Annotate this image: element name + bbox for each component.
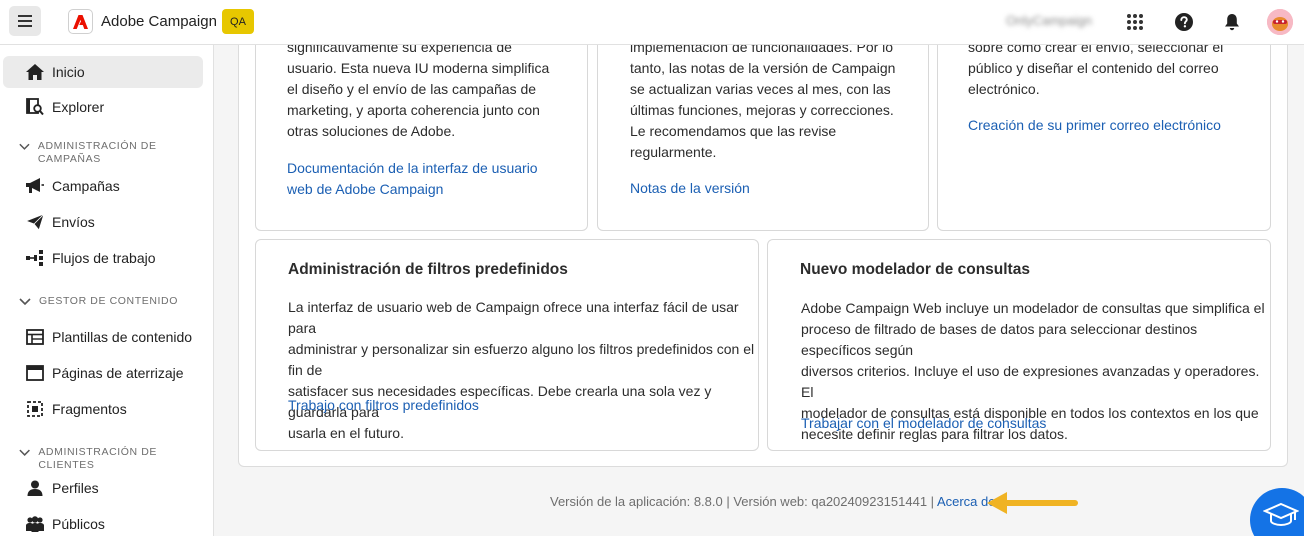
- top-bar: Adobe Campaign QA OnlyCampaign: [0, 0, 1304, 45]
- grid-icon: [1127, 14, 1143, 30]
- sidebar-item-plantillas[interactable]: Plantillas de contenido: [3, 321, 203, 353]
- graduation-cap-icon: [1263, 502, 1299, 526]
- adobe-logo[interactable]: [68, 9, 93, 34]
- sidebar-item-label: Páginas de aterrizaje: [52, 365, 184, 381]
- sidebar-item-label: Públicos: [52, 516, 105, 532]
- predefined-filters-link[interactable]: Trabajo con filtros predefinidos: [288, 395, 479, 416]
- chevron-down-icon: [19, 449, 30, 456]
- megaphone-icon: [26, 178, 44, 193]
- app-name[interactable]: Adobe Campaign: [101, 13, 217, 30]
- user-icon: [27, 480, 43, 496]
- landing-page-icon: [26, 365, 44, 381]
- sidebar-item-flujos[interactable]: Flujos de trabajo: [3, 242, 203, 274]
- sidebar-item-label: Flujos de trabajo: [52, 250, 156, 266]
- version-text: Versión de la aplicación: 8.8.0 | Versió…: [550, 494, 937, 509]
- card-release-notes: implementación de funcionalidades. Por l…: [597, 20, 929, 231]
- help-icon: [1175, 13, 1193, 31]
- card-title: Administración de filtros predefinidos: [288, 261, 568, 278]
- explorer-icon: [26, 98, 44, 116]
- sidebar-item-perfiles[interactable]: Perfiles: [3, 472, 203, 504]
- card-query-modeler: Nuevo modelador de consultas Adobe Campa…: [767, 239, 1271, 451]
- sidebar-item-label: Campañas: [52, 178, 120, 194]
- card-title: Nuevo modelador de consultas: [800, 261, 1030, 278]
- notifications-button[interactable]: [1221, 11, 1243, 33]
- sidebar-item-label: Inicio: [52, 64, 85, 80]
- query-modeler-link[interactable]: Trabajar con el modelador de consultas: [801, 413, 1046, 434]
- version-footer: Versión de la aplicación: 8.8.0 | Versió…: [550, 494, 995, 509]
- bell-icon: [1225, 14, 1239, 31]
- fragment-icon: [27, 401, 43, 417]
- card-description: sobre cómo crear el envío, seleccionar e…: [968, 39, 1224, 97]
- annotation-arrow-icon: [987, 492, 1078, 514]
- card-description: implementación de funcionalidades. Por l…: [630, 39, 896, 160]
- learning-button[interactable]: [1250, 488, 1304, 536]
- template-icon: [26, 329, 44, 345]
- sidebar-item-inicio[interactable]: Inicio: [3, 56, 203, 88]
- card-first-email: sobre cómo crear el envío, seleccionar e…: [937, 20, 1271, 231]
- ui-documentation-link[interactable]: Documentación de la interfaz de usuario …: [287, 158, 538, 200]
- section-header-campaign-management[interactable]: Administración de campañas: [18, 140, 208, 166]
- section-label: Administración de campañas: [37, 140, 157, 165]
- avatar-icon: [1267, 9, 1293, 35]
- send-icon: [26, 214, 44, 230]
- workflow-icon: [26, 250, 43, 266]
- sidebar-item-campanas[interactable]: Campañas: [3, 170, 203, 202]
- environment-badge: QA: [222, 9, 254, 34]
- first-email-link[interactable]: Creación de su primer correo electrónico: [968, 115, 1221, 136]
- menu-toggle-button[interactable]: [9, 6, 41, 36]
- home-icon: [26, 64, 44, 80]
- organization-switcher[interactable]: OnlyCampaign: [1006, 13, 1092, 28]
- sidebar-item-label: Explorer: [52, 99, 105, 115]
- card-predefined-filters: Administración de filtros predefinidos L…: [255, 239, 759, 451]
- sidebar-item-label: Envíos: [52, 214, 95, 230]
- sidebar-item-publicos[interactable]: Públicos: [3, 508, 203, 536]
- chevron-down-icon: [19, 298, 31, 306]
- sidebar-item-explorer[interactable]: Explorer: [3, 91, 203, 123]
- app-switcher-button[interactable]: [1124, 11, 1146, 33]
- sidebar-item-paginas[interactable]: Páginas de aterrizaje: [3, 357, 203, 389]
- sidebar-item-label: Fragmentos: [52, 401, 127, 417]
- chevron-down-icon: [19, 143, 30, 150]
- card-description: significativamente su experiencia de usu…: [287, 39, 550, 139]
- sidebar: Inicio Explorer Administración de campañ…: [0, 45, 214, 536]
- section-label: Administración de clientes: [38, 446, 158, 471]
- section-label: Gestor de contenido: [39, 295, 178, 307]
- user-avatar[interactable]: [1267, 9, 1293, 35]
- card-new-ui: significativamente su experiencia de usu…: [255, 20, 588, 231]
- sidebar-item-label: Perfiles: [52, 480, 99, 496]
- sidebar-item-envios[interactable]: Envíos: [3, 206, 203, 238]
- section-header-client-management[interactable]: Administración de clientes: [18, 446, 208, 472]
- section-header-content-manager[interactable]: Gestor de contenido: [18, 295, 208, 308]
- card-description: La interfaz de usuario web de Campaign o…: [288, 299, 755, 441]
- help-button[interactable]: [1173, 11, 1195, 33]
- sidebar-item-label: Plantillas de contenido: [52, 329, 193, 345]
- sidebar-item-fragmentos[interactable]: Fragmentos: [3, 393, 203, 425]
- adobe-logo-icon: [73, 14, 88, 29]
- audience-icon: [26, 516, 44, 532]
- hamburger-icon: [18, 15, 32, 27]
- release-notes-link[interactable]: Notas de la versión: [630, 178, 750, 199]
